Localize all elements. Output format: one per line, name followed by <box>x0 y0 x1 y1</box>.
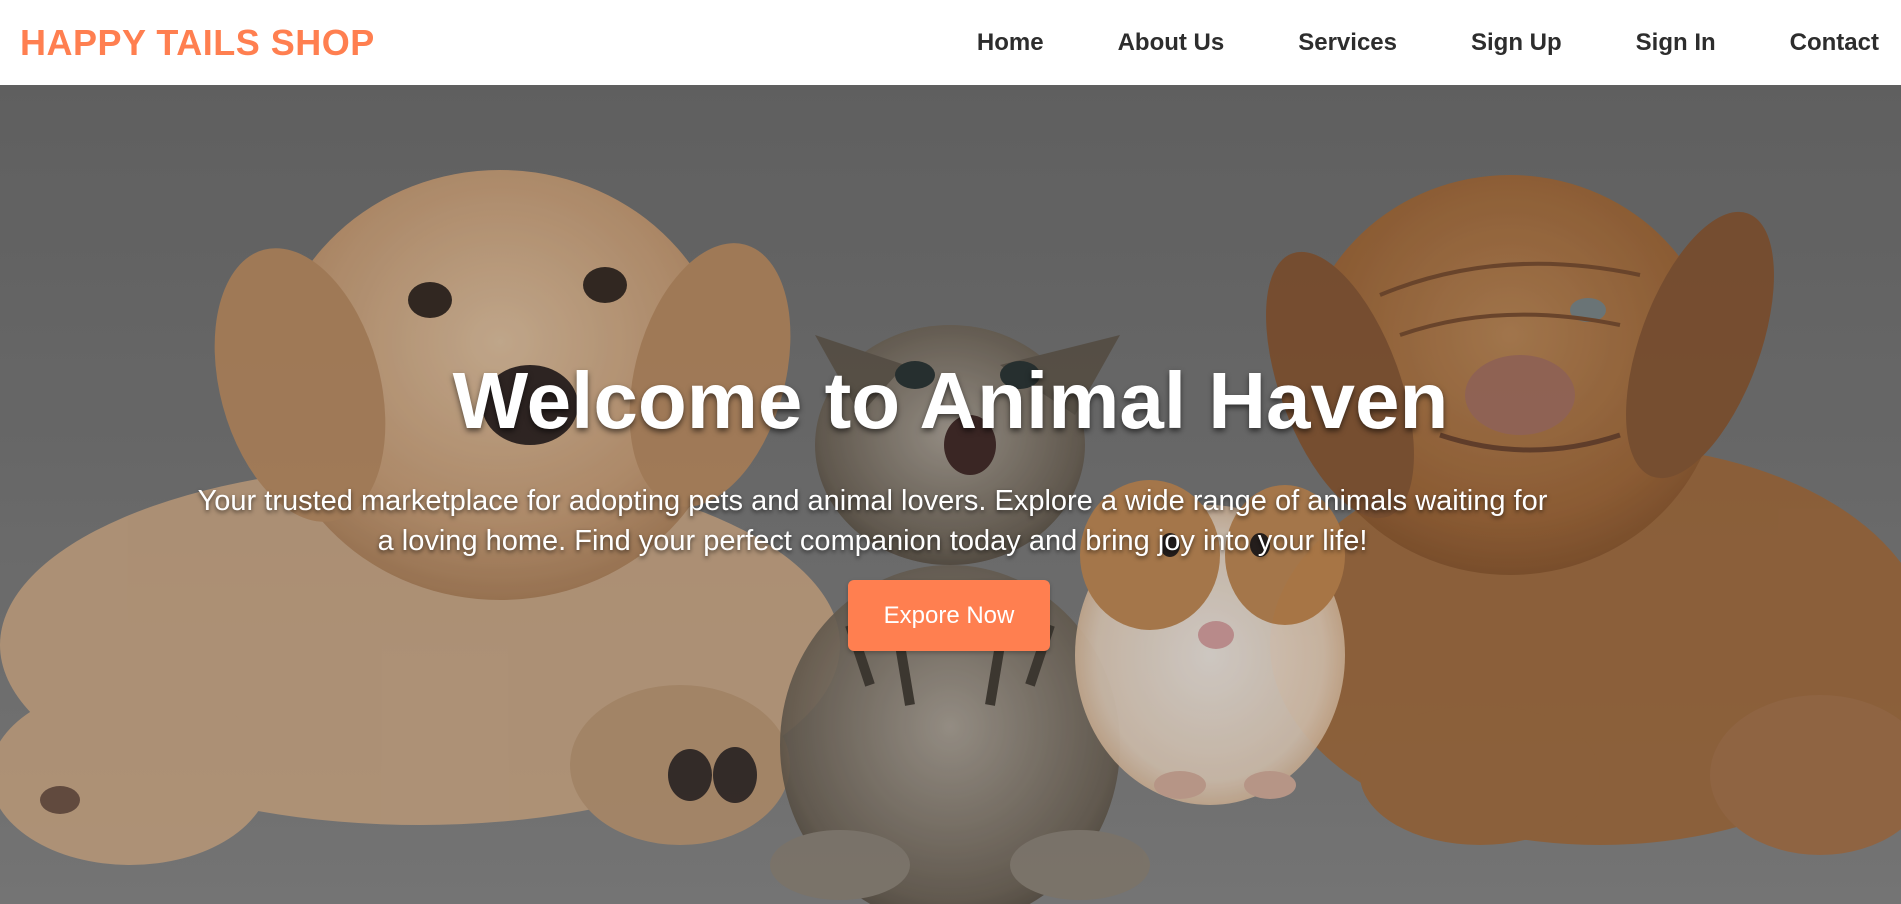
nav-about-us[interactable]: About Us <box>1118 29 1225 57</box>
site-header: HAPPY TAILS SHOP Home About Us Services … <box>0 0 1901 85</box>
page: HAPPY TAILS SHOP Home About Us Services … <box>0 0 1901 904</box>
nav-services[interactable]: Services <box>1298 29 1397 57</box>
nav-sign-in[interactable]: Sign In <box>1636 29 1716 57</box>
nav-home[interactable]: Home <box>977 29 1044 57</box>
main-nav: Home About Us Services Sign Up Sign In C… <box>977 29 1879 57</box>
hero-description: Your trusted marketplace for adopting pe… <box>197 485 1548 557</box>
hero-title: Welcome to Animal Haven <box>452 356 1449 445</box>
nav-sign-up[interactable]: Sign Up <box>1471 29 1562 57</box>
nav-contact[interactable]: Contact <box>1790 29 1879 57</box>
hero-section: Welcome to Animal Haven Your trusted mar… <box>0 85 1901 904</box>
explore-now-button[interactable]: Expore Now <box>848 580 1050 651</box>
site-logo[interactable]: HAPPY TAILS SHOP <box>20 22 375 64</box>
